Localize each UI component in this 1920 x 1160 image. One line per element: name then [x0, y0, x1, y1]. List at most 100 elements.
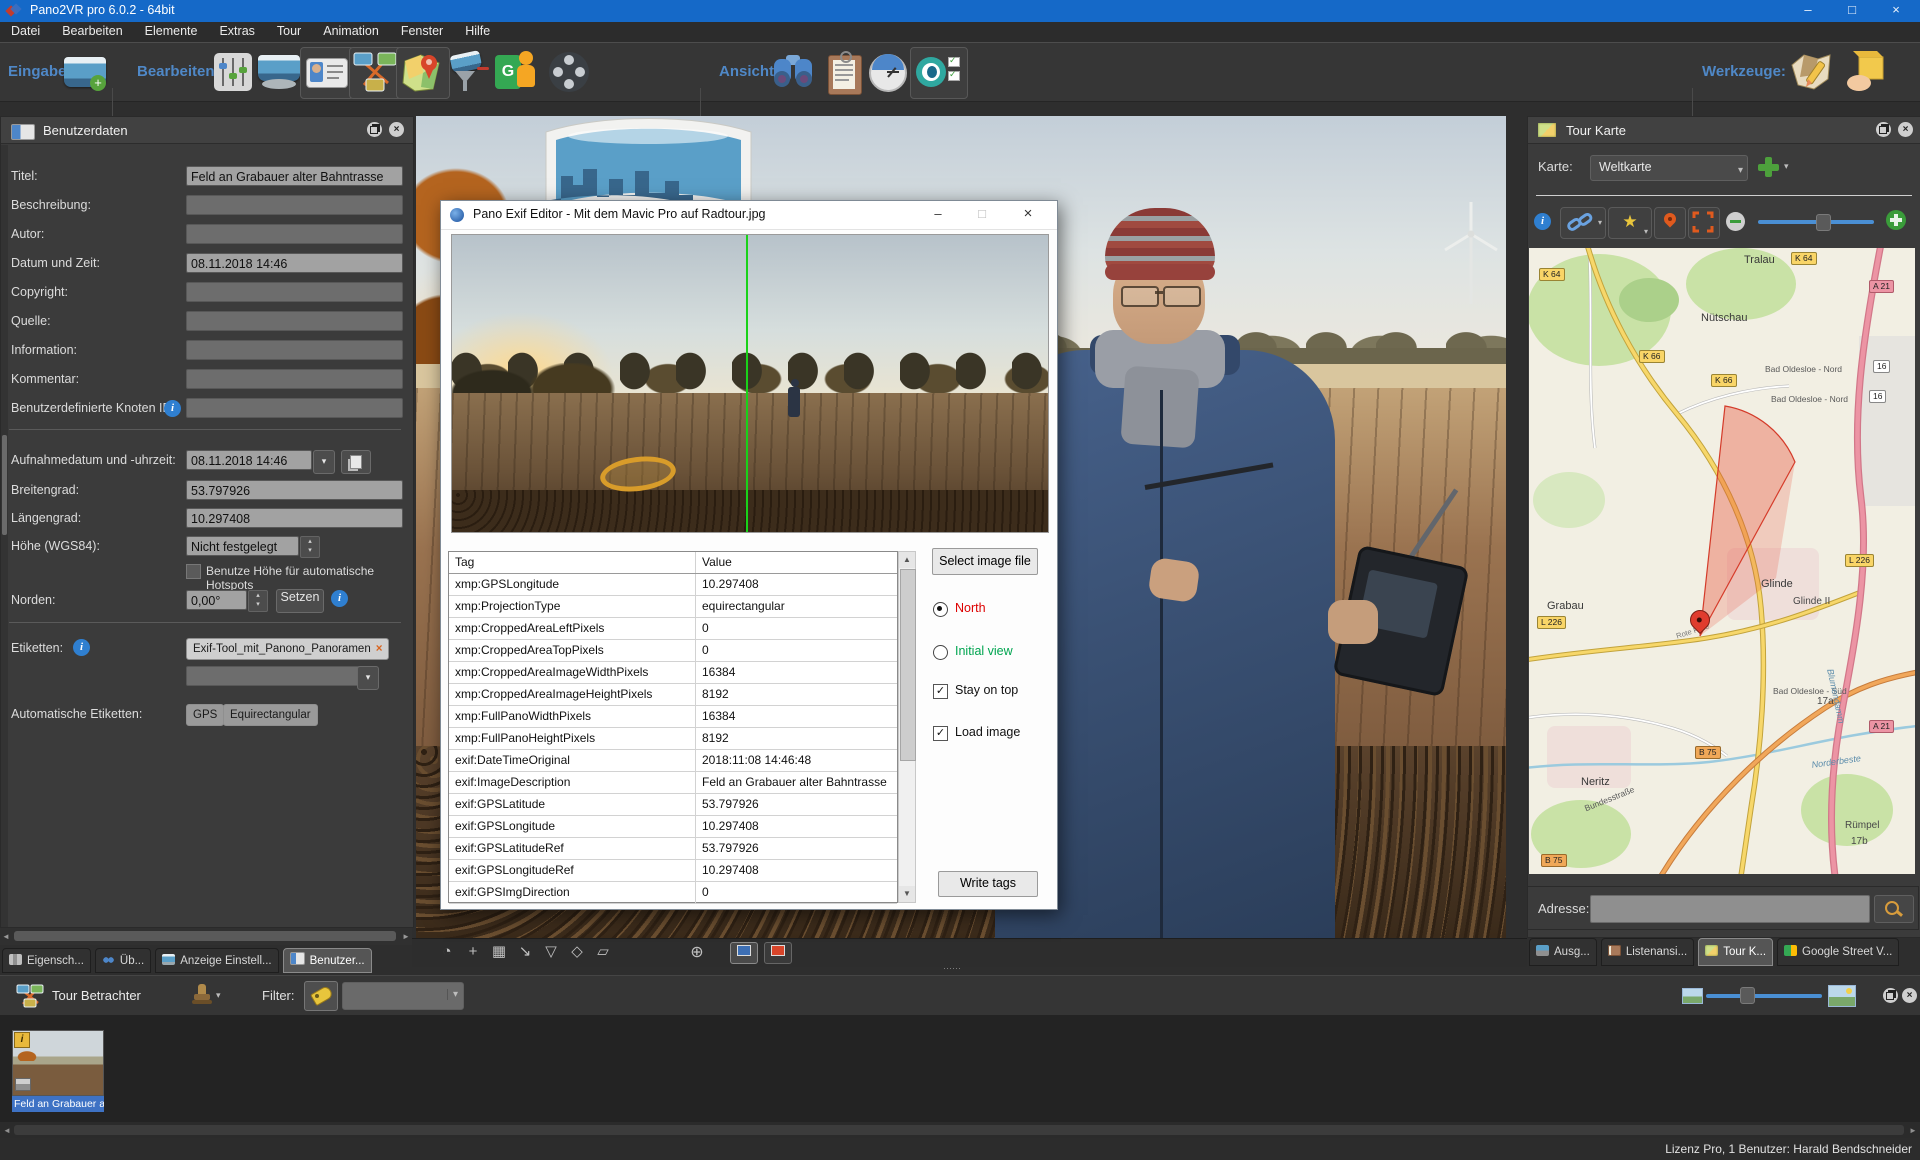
norden-spinner[interactable]: ▴▾	[248, 590, 268, 612]
zoom-out-icon[interactable]	[1726, 212, 1745, 231]
info-icon[interactable]: i	[73, 639, 90, 656]
filter-combobox[interactable]: ▾	[342, 982, 464, 1010]
dialog-titlebar[interactable]: Pano Exif Editor - Mit dem Mavic Pro auf…	[441, 201, 1057, 230]
map-zoom-slider-thumb[interactable]	[1816, 214, 1831, 231]
hoehe-checkbox[interactable]	[186, 564, 201, 579]
tour-browser-icon[interactable]	[352, 49, 398, 95]
dialog-close-icon[interactable]: ×	[1006, 201, 1050, 229]
protractor-icon[interactable]: ◔	[434, 943, 460, 960]
info-icon[interactable]: i	[331, 590, 348, 607]
link-nodes-button[interactable]: ▾	[1560, 207, 1606, 239]
aufnahmedatum-input[interactable]: 08.11.2018 14:46	[186, 450, 312, 470]
output-preview-eye-icon[interactable]: ✓ ✓	[915, 49, 961, 95]
stamp-button[interactable]: ▾	[190, 982, 228, 1010]
table-row[interactable]: xmp:ProjectionTypeequirectangular	[449, 596, 897, 618]
auto-chip-gps[interactable]: GPS	[186, 704, 224, 726]
zoom-in-icon[interactable]	[1886, 210, 1906, 230]
hoehe-spinner[interactable]: ▴▾	[300, 536, 320, 558]
table-row[interactable]: xmp:CroppedAreaImageHeightPixels8192	[449, 684, 897, 706]
initial-view-radio[interactable]	[933, 645, 948, 660]
left-panel-scrollbar[interactable]	[1, 145, 8, 927]
load-image-checkbox[interactable]: ✓	[933, 726, 948, 741]
table-row[interactable]: xmp:CroppedAreaImageWidthPixels16384	[449, 662, 897, 684]
setzen-button[interactable]: Setzen	[276, 589, 324, 613]
table-row[interactable]: exif:GPSLongitude10.297408	[449, 816, 897, 838]
exif-tag-table[interactable]: Tag Value xmp:GPSLongitude10.297408 xmp:…	[448, 551, 898, 903]
video-output-icon[interactable]	[546, 49, 592, 95]
menu-item[interactable]: Animation	[312, 22, 390, 40]
close-button[interactable]: ×	[1874, 0, 1918, 22]
patch-input-icon[interactable]	[447, 49, 493, 95]
panel-tab[interactable]: Benutzer...	[283, 948, 372, 973]
table-row[interactable]: exif:GPSLongitudeRef10.297408	[449, 860, 897, 882]
table-row[interactable]: xmp:FullPanoWidthPixels16384	[449, 706, 897, 728]
knoten-id-input[interactable]	[186, 398, 403, 418]
filmstrip-hscrollbar[interactable]: ◄ ►	[0, 1122, 1920, 1138]
stay-on-top-label[interactable]: Stay on top	[955, 683, 1018, 697]
streetview-upload-icon[interactable]: G	[495, 49, 541, 95]
add-map-button[interactable]	[1756, 155, 1782, 179]
panel-tab[interactable]: Eigensch...	[2, 948, 91, 973]
menu-item[interactable]: Fenster	[390, 22, 454, 40]
copyright-input[interactable]	[186, 282, 403, 302]
dialog-minimize-icon[interactable]: –	[916, 201, 960, 229]
set-pin-button[interactable]	[1654, 207, 1686, 239]
north-line[interactable]	[746, 235, 748, 532]
hotspot-type-button[interactable]: ★▾	[1608, 207, 1652, 239]
projection-blue-button[interactable]	[730, 942, 758, 964]
tour-map[interactable]: TralauNütschauBad Oldesloe - NordBad Old…	[1529, 248, 1915, 874]
panel-tab[interactable]: Tour K...	[1698, 938, 1773, 966]
close-panel-icon[interactable]: ×	[389, 122, 404, 137]
stay-on-top-checkbox[interactable]: ✓	[933, 684, 948, 699]
add-map-dropdown-icon[interactable]: ▾	[1784, 161, 1789, 172]
menu-item[interactable]: Extras	[208, 22, 265, 40]
quelle-input[interactable]	[186, 311, 403, 331]
projection-orange-button[interactable]	[764, 942, 792, 964]
north-radio[interactable]	[933, 602, 948, 617]
table-row[interactable]: xmp:CroppedAreaLeftPixels0	[449, 618, 897, 640]
remove-tag-icon[interactable]: ×	[376, 643, 383, 655]
properties-icon[interactable]	[210, 49, 256, 95]
panel-tab[interactable]: Google Street V...	[1777, 938, 1899, 966]
filter-tag-button[interactable]	[304, 981, 338, 1011]
pano-thumbnail[interactable]: i Feld an Grabauer alt...	[12, 1030, 104, 1112]
thumb-size-slider-thumb[interactable]	[1740, 987, 1755, 1004]
grid-icon[interactable]: ▦	[486, 942, 512, 960]
table-row[interactable]: xmp:CroppedAreaTopPixels0	[449, 640, 897, 662]
skew-icon[interactable]: ▱	[590, 942, 616, 960]
maximize-button[interactable]: □	[1830, 0, 1874, 22]
left-panel-hscrollbar[interactable]: ◄ ►	[0, 928, 412, 945]
etikett-combo-arrow[interactable]: ▾	[357, 666, 379, 690]
table-row[interactable]: exif:DateTimeOriginal2018:11:08 14:46:48	[449, 750, 897, 772]
package-output-icon[interactable]	[1845, 49, 1891, 95]
adresse-input[interactable]	[1590, 895, 1870, 923]
adresse-search-button[interactable]	[1874, 895, 1914, 923]
funnel-icon[interactable]: ▽	[538, 942, 564, 960]
laengengrad-input[interactable]: 10.297408	[186, 508, 403, 528]
float-panel-icon[interactable]	[1883, 988, 1898, 1003]
close-panel-icon[interactable]: ×	[1898, 122, 1913, 137]
table-row[interactable]: xmp:GPSLongitude10.297408	[449, 574, 897, 596]
menu-item[interactable]: Bearbeiten	[51, 22, 133, 40]
titel-input[interactable]: Feld an Grabauer alter Bahntrasse	[186, 166, 403, 186]
close-panel-icon[interactable]: ×	[1902, 988, 1917, 1003]
north-radio-label[interactable]: North	[955, 601, 986, 615]
breitengrad-input[interactable]: 53.797926	[186, 480, 403, 500]
table-scrollbar[interactable]: ▲ ▼	[898, 551, 916, 903]
fit-view-button[interactable]	[1688, 207, 1720, 239]
menu-item[interactable]: Tour	[266, 22, 312, 40]
kommentar-input[interactable]	[186, 369, 403, 389]
norden-input[interactable]: 0,00°	[186, 590, 247, 610]
menu-item[interactable]: Hilfe	[454, 22, 501, 40]
minimize-button[interactable]: –	[1786, 0, 1830, 22]
etikett-combo[interactable]	[186, 666, 376, 686]
float-panel-icon[interactable]	[367, 122, 382, 137]
etikett-chip[interactable]: Exif-Tool_mit_Panono_Panoramen×	[186, 638, 389, 660]
panel-tab[interactable]: Anzeige Einstell...	[155, 948, 278, 973]
table-row[interactable]: exif:ImageDescriptionFeld an Grabauer al…	[449, 772, 897, 794]
date-dropdown-button[interactable]: ▾	[313, 450, 335, 474]
initial-view-radio-label[interactable]: Initial view	[955, 644, 1013, 658]
compass-icon[interactable]: ⊕	[684, 942, 710, 962]
float-panel-icon[interactable]	[1876, 122, 1891, 137]
menu-item[interactable]: Datei	[0, 22, 51, 40]
